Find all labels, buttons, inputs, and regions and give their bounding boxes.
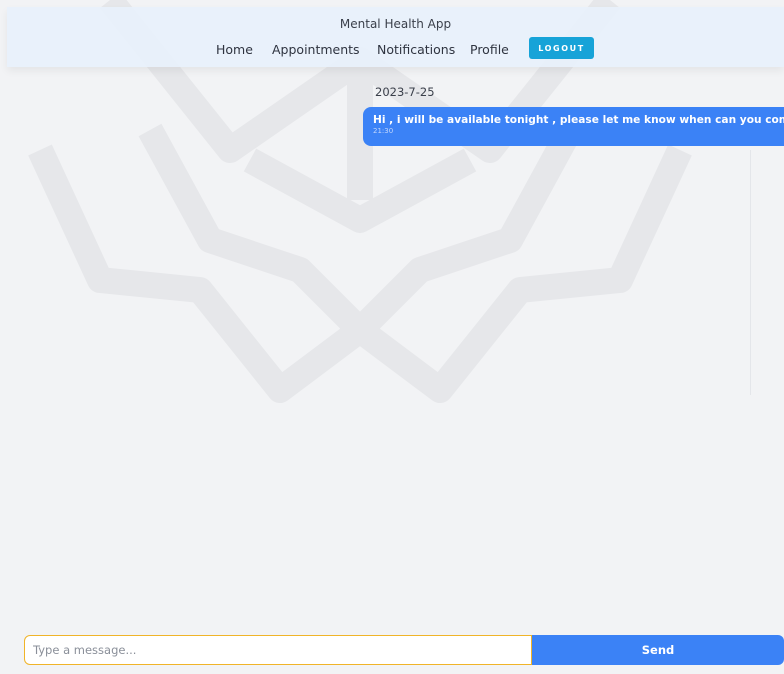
message-timestamp: 21:30	[373, 127, 394, 135]
logout-button[interactable]: LOGOUT	[529, 37, 594, 59]
send-button[interactable]: Send	[532, 635, 784, 665]
app-title: Mental Health App	[339, 17, 452, 31]
chat-date-separator: 2023-7-25	[375, 85, 435, 99]
nav-home[interactable]: Home	[216, 42, 253, 57]
nav-profile[interactable]: Profile	[470, 42, 509, 57]
message-input[interactable]	[24, 635, 532, 665]
nav-appointments[interactable]: Appointments	[272, 42, 360, 57]
top-navbar: Mental Health App Home Appointments Noti…	[7, 7, 784, 67]
message-text: Hi , i will be available tonight , pleas…	[373, 114, 784, 126]
divider	[750, 150, 751, 395]
message-bubble: Hi , i will be available tonight , pleas…	[363, 107, 784, 146]
background-watermark	[28, 0, 692, 403]
nav-notifications[interactable]: Notifications	[377, 42, 455, 57]
nav-bar: Home Appointments Notifications Profile	[7, 38, 784, 62]
header-frame: Mental Health App Home Appointments Noti…	[7, 7, 784, 67]
